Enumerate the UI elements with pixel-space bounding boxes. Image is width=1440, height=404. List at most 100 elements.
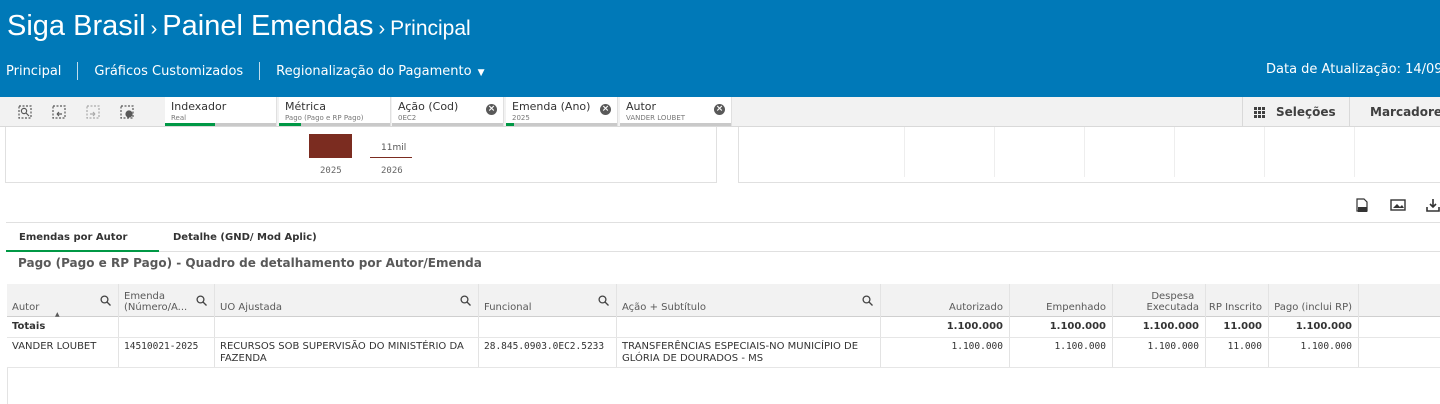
chip-value: 2025	[512, 114, 530, 122]
chip-selected-bar	[165, 123, 215, 126]
nav-principal[interactable]: Principal	[0, 64, 77, 79]
search-icon[interactable]	[862, 295, 873, 306]
selection-chip-autor[interactable]: Autor VANDER LOUBET ×	[620, 97, 732, 126]
app-header: Siga Brasil › Painel Emendas › Principal Pri…	[0, 0, 1440, 97]
total-rp-inscrito: 11.000	[1206, 317, 1269, 337]
selection-chip-metrica[interactable]: Métrica Pago (Pago e RP Pago)	[279, 97, 391, 126]
column-label: Pago (inclui RP)	[1274, 302, 1352, 313]
column-label: Despesa Executada	[1146, 291, 1199, 313]
selection-chip-emenda-ano[interactable]: Emenda (Ano) 2025 ×	[506, 97, 618, 126]
selection-chip-acao[interactable]: Ação (Cod) 0EC2 ×	[392, 97, 504, 126]
table-cell	[617, 317, 881, 337]
nav-regionalizacao[interactable]: Regionalização do Pagamento ▼	[260, 64, 500, 79]
clear-selection-icon[interactable]: ×	[600, 104, 611, 115]
chip-state-bar	[392, 123, 503, 126]
chip-selected-bar	[506, 123, 514, 126]
step-forward-icon	[86, 105, 100, 119]
chip-state-bar	[620, 123, 731, 126]
bar-2026[interactable]	[370, 157, 412, 158]
grid-line	[1264, 127, 1265, 177]
table-title: Pago (Pago e RP Pago) - Quadro de detalh…	[18, 256, 482, 270]
smart-search-button[interactable]	[8, 97, 42, 127]
table-cell	[479, 317, 617, 337]
cell-rp-inscrito: 11.000	[1206, 338, 1269, 367]
grid-line	[1084, 127, 1085, 177]
grid-icon	[1254, 106, 1265, 118]
column-label: Empenhado	[1046, 302, 1106, 313]
chip-name: Emenda (Ano)	[512, 100, 591, 113]
marcadores-button[interactable]: Marcadores	[1349, 97, 1440, 127]
app-title[interactable]: Siga Brasil	[7, 10, 146, 42]
total-autorizado: 1.100.000	[881, 317, 1010, 337]
chip-name: Autor	[626, 100, 657, 113]
bar-chart-panel	[5, 127, 717, 183]
totals-label: Totais	[7, 317, 119, 337]
column-header-uo[interactable]: UO Ajustada	[215, 284, 479, 317]
main-nav: Principal Gráficos Customizados Regional…	[0, 62, 501, 80]
search-icon[interactable]	[598, 295, 609, 306]
search-icon[interactable]	[196, 295, 207, 306]
column-label: RP Inscrito	[1208, 302, 1262, 313]
download-icon[interactable]	[1426, 198, 1440, 212]
export-pdf-icon[interactable]	[1356, 198, 1368, 214]
chip-name: Indexador	[171, 100, 227, 113]
chip-selected-bar	[279, 123, 302, 126]
bar-value-label: 11mil	[381, 143, 407, 153]
breadcrumb: Siga Brasil › Painel Emendas › Principal	[7, 10, 471, 43]
search-icon[interactable]	[460, 295, 471, 306]
chip-name: Métrica	[285, 100, 326, 113]
chip-value: Pago (Pago e RP Pago)	[285, 114, 364, 122]
selections-bar: Indexador Real Métrica Pago (Pago e RP P…	[0, 97, 1440, 127]
column-label: Funcional	[484, 302, 532, 313]
clear-selection-icon[interactable]: ×	[486, 104, 497, 115]
selection-chip-indexador[interactable]: Indexador Real	[165, 97, 277, 126]
cell-uo[interactable]: RECURSOS SOB SUPERVISÃO DO MINISTÉRIO DA…	[215, 338, 479, 367]
chip-state-bar	[279, 123, 390, 126]
grid-line	[1354, 127, 1355, 177]
column-header-autor[interactable]: Autor ▲	[7, 284, 119, 318]
search-selection-icon	[18, 105, 32, 119]
clear-selections-icon	[120, 105, 134, 119]
section-title[interactable]: Painel Emendas	[162, 10, 373, 42]
total-empenhado: 1.100.000	[1010, 317, 1113, 337]
tab-bar: Emendas por Autor Detalhe (GND/ Mod Apli…	[6, 222, 1440, 252]
cell-empenhado: 1.100.000	[1010, 338, 1113, 367]
cell-acao[interactable]: TRANSFERÊNCIAS ESPECIAIS-NO MUNICÍPIO DE…	[617, 338, 881, 367]
nav-graficos-customizados[interactable]: Gráficos Customizados	[78, 64, 259, 79]
cell-autor[interactable]: VANDER LOUBET	[7, 338, 119, 367]
column-header-empenhado[interactable]: Empenhado	[1010, 284, 1113, 317]
step-back-button[interactable]	[42, 97, 76, 127]
cell-pago: 1.100.000	[1269, 338, 1359, 367]
cell-funcional[interactable]: 28.845.0903.0EC2.5233	[479, 338, 617, 367]
column-header-emenda[interactable]: Emenda (Número/A...	[119, 284, 215, 317]
tab-detalhe-gnd[interactable]: Detalhe (GND/ Mod Aplic)	[160, 223, 360, 252]
table-cell	[119, 317, 215, 337]
column-label: Emenda (Número/A...	[124, 291, 188, 313]
chip-state-bar	[506, 123, 617, 126]
cell-despesa-executada: 1.100.000	[1113, 338, 1206, 367]
totals-row: Totais 1.100.000 1.100.000 1.100.000 11.…	[7, 317, 1440, 338]
column-header-acao[interactable]: Ação + Subtítulo	[617, 284, 881, 317]
column-header-despesa-executada[interactable]: Despesa Executada	[1113, 284, 1206, 317]
x-tick-2025: 2025	[320, 166, 342, 176]
search-icon[interactable]	[100, 295, 111, 306]
column-header-funcional[interactable]: Funcional	[479, 284, 617, 317]
column-header-pago[interactable]: Pago (inclui RP)	[1269, 284, 1359, 317]
bar-2025[interactable]	[309, 134, 352, 158]
x-tick-2026: 2026	[381, 166, 403, 176]
chip-value: VANDER LOUBET	[626, 114, 686, 122]
step-forward-button[interactable]	[76, 97, 110, 127]
column-label: Autor	[12, 302, 40, 313]
column-header-autorizado[interactable]: Autorizado	[881, 284, 1010, 317]
nav-regionalizacao-label: Regionalização do Pagamento	[276, 63, 472, 79]
selecoes-button[interactable]: Seleções	[1242, 97, 1349, 127]
column-label: Autorizado	[949, 302, 1003, 313]
tab-emendas-por-autor[interactable]: Emendas por Autor	[6, 223, 159, 252]
cell-emenda[interactable]: 14510021-2025	[119, 338, 215, 367]
table-row[interactable]: VANDER LOUBET 14510021-2025 RECURSOS SOB…	[7, 338, 1440, 368]
clear-all-button[interactable]	[110, 97, 144, 127]
column-header-rp-inscrito[interactable]: RP Inscrito	[1206, 284, 1269, 317]
grid-line	[904, 127, 905, 177]
export-image-icon[interactable]	[1390, 198, 1406, 212]
clear-selection-icon[interactable]: ×	[714, 104, 725, 115]
